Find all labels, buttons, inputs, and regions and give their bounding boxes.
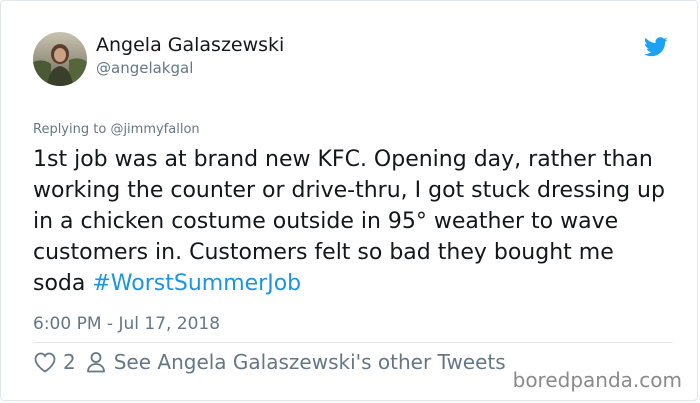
reply-context: Replying to @jimmyfallon [33, 122, 200, 137]
tweet-text: 1st job was at brand new KFC. Opening da… [33, 144, 673, 299]
author-handle[interactable]: @angelakgal [96, 59, 193, 77]
tweet-timestamp[interactable]: 6:00 PM - Jul 17, 2018 [33, 314, 220, 334]
heart-icon [34, 352, 56, 373]
tweet-actions: 2 See Angela Galaszewski's other Tweets [33, 348, 506, 376]
hashtag-link[interactable]: #WorstSummerJob [92, 271, 301, 296]
avatar-photo [33, 32, 87, 86]
reply-mention-link[interactable]: @jimmyfallon [110, 122, 199, 137]
person-icon [86, 352, 105, 373]
reply-prefix: Replying to [33, 122, 107, 137]
author-name[interactable]: Angela Galaszewski [96, 34, 284, 56]
avatar[interactable] [33, 32, 87, 86]
twitter-bird-icon[interactable] [644, 37, 668, 57]
like-count: 2 [63, 350, 76, 374]
divider [33, 342, 673, 343]
other-tweets-label: See Angela Galaszewski's other Tweets [113, 350, 506, 374]
tweet-card: Angela Galaszewski @angelakgal Replying … [0, 0, 698, 401]
other-tweets-link[interactable]: See Angela Galaszewski's other Tweets [86, 350, 506, 374]
watermark: boredpanda.com [512, 368, 682, 392]
like-button[interactable]: 2 [33, 350, 86, 374]
